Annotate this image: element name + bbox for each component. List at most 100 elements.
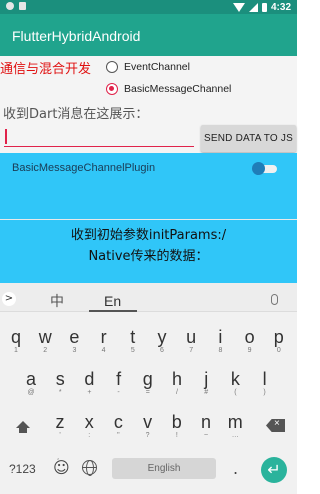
key-s[interactable]: s * (49, 370, 71, 396)
status-right: 4:32 (232, 0, 291, 14)
plugin-label: BasicMessageChannelPlugin (12, 162, 156, 174)
key-char: v (143, 412, 153, 432)
clock: 4:32 (270, 1, 291, 13)
key-hint: 7 (189, 347, 194, 354)
battery-icon (261, 2, 267, 12)
key-char: g (142, 369, 153, 389)
lang-underline (89, 310, 137, 312)
key-hint: " (117, 432, 120, 439)
soft-keyboard: > 中 En q1w2e3r4t5y6u7i8o9p0 a @ s * d + f - g = h /… (0, 283, 297, 494)
key-hint: 5 (130, 347, 135, 354)
key-f[interactable]: f- (108, 370, 130, 396)
key-hint: 9 (247, 347, 252, 354)
lang-english-button[interactable]: En (104, 293, 121, 309)
shift-key-icon[interactable] (16, 421, 30, 433)
enter-key-icon[interactable]: ↵ (261, 457, 287, 483)
key-e[interactable]: e3 (63, 328, 85, 354)
key-i[interactable]: i8 (209, 328, 231, 354)
key-char: x (84, 412, 94, 432)
key-hint: 8 (218, 347, 223, 354)
key-char: s (55, 369, 65, 389)
key-char: r (100, 327, 107, 347)
period-key[interactable]: . (233, 459, 238, 478)
key-char: q (10, 327, 21, 347)
app-bar: FlutterHybridAndroid (0, 14, 297, 56)
key-hint: … (231, 432, 239, 439)
key-hint: 2 (43, 347, 48, 354)
app-title: FlutterHybridAndroid (12, 28, 141, 44)
radio-checked-icon[interactable] (106, 83, 118, 95)
key-z[interactable]: z ' (49, 413, 71, 439)
key-m[interactable]: m… (224, 413, 246, 439)
key-o[interactable]: o9 (239, 328, 261, 354)
plugin-toggle[interactable] (252, 162, 277, 175)
init-params-label: 收到初始参数initParams:/ (70, 228, 227, 243)
key-char: y (157, 327, 167, 347)
key-x[interactable]: x: (78, 413, 100, 439)
message-input[interactable] (4, 127, 194, 147)
key-q[interactable]: q1 (5, 328, 27, 354)
lang-chinese-button[interactable]: 中 (50, 291, 64, 311)
key-hint: ( (234, 389, 237, 396)
emoji-key-icon[interactable]: ☺ (53, 458, 70, 477)
key-hint: + (87, 389, 92, 396)
key-char: j (204, 369, 209, 389)
key-char: f (116, 369, 122, 389)
toggle-thumb[interactable] (252, 162, 265, 175)
key-char: u (186, 327, 197, 347)
numbers-key[interactable]: ?123 (9, 462, 36, 476)
key-hint: ~ (203, 432, 209, 439)
key-hint: ! (175, 432, 178, 439)
key-hint: / (176, 389, 178, 396)
key-hint: 0 (276, 347, 281, 354)
notification-icons (6, 2, 26, 10)
radio-basic-message-channel[interactable]: BasicMessageChannel (106, 83, 231, 95)
text-caret (5, 129, 7, 144)
key-hint: ' (59, 432, 61, 439)
key-j[interactable]: j # (195, 370, 217, 396)
key-char: p (273, 327, 284, 347)
key-w[interactable]: w2 (34, 328, 56, 354)
key-char: o (244, 327, 255, 347)
key-k[interactable]: k( (224, 370, 246, 396)
radio-label: EventChannel (124, 61, 190, 73)
key-u[interactable]: u7 (180, 328, 202, 354)
key-c[interactable]: c " (107, 413, 129, 439)
key-d[interactable]: d + (78, 370, 100, 396)
key-hint: 3 (72, 347, 77, 354)
key-char: c (113, 412, 123, 432)
key-b[interactable]: b! (166, 413, 188, 439)
backspace-key-icon[interactable]: × (266, 419, 285, 432)
key-r[interactable]: r4 (93, 328, 115, 354)
key-char: e (69, 327, 80, 347)
radio-event-channel[interactable]: EventChannel (106, 61, 190, 73)
key-char: l (262, 369, 267, 389)
key-v[interactable]: v? (137, 413, 159, 439)
native-data-label: Native传来的数据： (88, 249, 209, 264)
notification-dot-icon (6, 2, 14, 10)
microphone-icon[interactable] (271, 294, 278, 305)
divider (0, 219, 297, 220)
status-bar: 4:32 (0, 0, 297, 14)
key-h[interactable]: h / (166, 370, 188, 396)
key-t[interactable]: t5 (122, 328, 144, 354)
key-char: h (171, 369, 182, 389)
key-char: i (218, 327, 223, 347)
key-l[interactable]: l) (254, 370, 276, 396)
key-a[interactable]: a @ (20, 370, 42, 396)
key-y[interactable]: y6 (151, 328, 173, 354)
space-key[interactable]: English (112, 458, 216, 479)
chevron-right-icon[interactable]: > (2, 292, 16, 306)
key-g[interactable]: g = (137, 370, 159, 396)
receive-label: 收到Dart消息在这展示： (3, 107, 149, 122)
key-p[interactable]: p0 (268, 328, 290, 354)
key-char: d (84, 369, 95, 389)
key-n[interactable]: n ~ (195, 413, 217, 439)
radio-unchecked-icon[interactable] (106, 61, 118, 73)
key-hint: - (117, 389, 120, 396)
key-char: k (230, 369, 240, 389)
key-char: m (227, 412, 243, 432)
globe-icon[interactable] (82, 460, 97, 476)
key-hint: 6 (160, 347, 164, 354)
send-data-button[interactable]: SEND DATA TO JS (201, 125, 296, 152)
